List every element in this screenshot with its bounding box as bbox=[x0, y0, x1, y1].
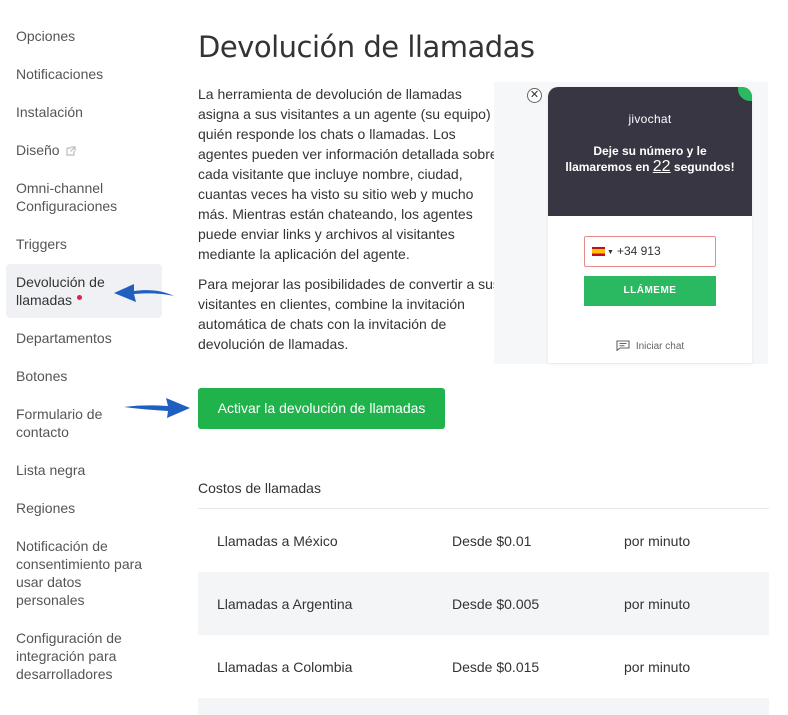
sidebar-item-configuracion-integracion[interactable]: Configuración de integración para desarr… bbox=[6, 620, 162, 692]
close-icon[interactable]: ✕ bbox=[527, 88, 542, 103]
table-row bbox=[198, 698, 769, 715]
sidebar-item-label: Devolución de llamadas bbox=[16, 274, 105, 308]
start-chat-label: Iniciar chat bbox=[635, 341, 685, 352]
sidebar-item-notificaciones[interactable]: Notificaciones bbox=[6, 56, 162, 92]
description-paragraph: Para mejorar las posibilidades de conver… bbox=[198, 276, 500, 352]
activate-callback-button[interactable]: Activar la devolución de llamadas bbox=[198, 388, 445, 429]
sidebar-item-departamentos[interactable]: Departamentos bbox=[6, 320, 162, 356]
description: La herramienta de devolución de llamadas… bbox=[198, 84, 502, 364]
sidebar-item-diseno[interactable]: Diseño bbox=[6, 132, 162, 168]
phone-value: +34 913 bbox=[616, 244, 661, 258]
arrow-right-icon bbox=[124, 398, 190, 418]
sidebar-item-label: Instalación bbox=[16, 104, 83, 120]
call-costs-table: Llamadas a México Desde $0.01 por minuto… bbox=[198, 508, 769, 715]
sidebar-item-triggers[interactable]: Triggers bbox=[6, 226, 162, 262]
unit-cell: por minuto bbox=[624, 658, 691, 675]
jivochat-logo: jivochat bbox=[628, 112, 672, 126]
sidebar-item-instalacion[interactable]: Instalación bbox=[6, 94, 162, 130]
sidebar-item-label: Opciones bbox=[16, 28, 76, 44]
sidebar-item-opciones[interactable]: Opciones bbox=[6, 18, 162, 54]
call-costs-title: Costos de llamadas bbox=[198, 480, 321, 496]
settings-sidebar: Opciones Notificaciones Instalación Dise… bbox=[6, 18, 162, 694]
country-cell: Llamadas a México bbox=[217, 532, 338, 549]
table-row: Llamadas a Colombia Desde $0.015 por min… bbox=[198, 635, 769, 698]
unit-cell: por minuto bbox=[624, 532, 691, 549]
price-cell: Desde $0.01 bbox=[452, 532, 532, 549]
price-cell: Desde $0.015 bbox=[452, 658, 540, 675]
sidebar-item-label: Notificación de consentimiento para usar… bbox=[16, 538, 143, 608]
page-title: Devolución de llamadas bbox=[198, 30, 535, 64]
arrow-left-icon bbox=[114, 284, 174, 302]
sidebar-item-label: Departamentos bbox=[16, 330, 112, 346]
sidebar-item-label: Lista negra bbox=[16, 462, 86, 478]
sidebar-item-label: Botones bbox=[16, 368, 68, 384]
call-me-button[interactable]: LLÁMEME bbox=[584, 276, 716, 306]
widget-header: jivochat Deje su número y le llamaremos … bbox=[548, 87, 752, 216]
description-paragraph: La herramienta de devolución de llamadas… bbox=[198, 86, 498, 262]
chat-icon bbox=[616, 340, 630, 351]
widget-seconds: 22 bbox=[652, 158, 671, 175]
callback-widget-preview: jivochat Deje su número y le llamaremos … bbox=[548, 87, 752, 363]
sidebar-item-regiones[interactable]: Regiones bbox=[6, 490, 162, 526]
spain-flag-icon bbox=[592, 247, 605, 256]
sidebar-item-label: Diseño bbox=[16, 142, 60, 158]
sidebar-item-label: Omni-channel Configuraciones bbox=[16, 180, 118, 214]
unit-cell: por minuto bbox=[624, 595, 691, 612]
sidebar-item-botones[interactable]: Botones bbox=[6, 358, 162, 394]
sidebar-item-omni-channel[interactable]: Omni-channel Configuraciones bbox=[6, 170, 162, 224]
table-row: Llamadas a México Desde $0.01 por minuto bbox=[198, 509, 769, 572]
sidebar-item-lista-negra[interactable]: Lista negra bbox=[6, 452, 162, 488]
country-cell: Llamadas a Argentina bbox=[217, 595, 353, 612]
price-cell: Desde $0.005 bbox=[452, 595, 540, 612]
sidebar-item-label: Notificaciones bbox=[16, 66, 104, 82]
country-cell: Llamadas a Colombia bbox=[217, 658, 353, 675]
sidebar-item-label: Triggers bbox=[16, 236, 67, 252]
sidebar-item-label: Regiones bbox=[16, 500, 76, 516]
table-row: Llamadas a Argentina Desde $0.005 por mi… bbox=[198, 572, 769, 635]
widget-corner-decoration bbox=[738, 87, 752, 101]
chevron-down-icon[interactable]: ▼ bbox=[607, 249, 614, 256]
sidebar-item-label: Configuración de integración para desarr… bbox=[16, 630, 122, 682]
sidebar-item-label: Formulario de contacto bbox=[16, 406, 103, 440]
phone-input[interactable]: ▼ +34 913 bbox=[584, 236, 716, 267]
widget-message-text: segundos! bbox=[670, 160, 735, 174]
widget-callback-message: Deje su número y le llamaremos en 22 seg… bbox=[562, 143, 738, 175]
external-link-icon bbox=[65, 146, 76, 156]
notification-dot bbox=[77, 295, 83, 300]
start-chat-link[interactable]: Iniciar chat bbox=[548, 340, 752, 352]
sidebar-item-notificacion-consentimiento[interactable]: Notificación de consentimiento para usar… bbox=[6, 528, 162, 618]
